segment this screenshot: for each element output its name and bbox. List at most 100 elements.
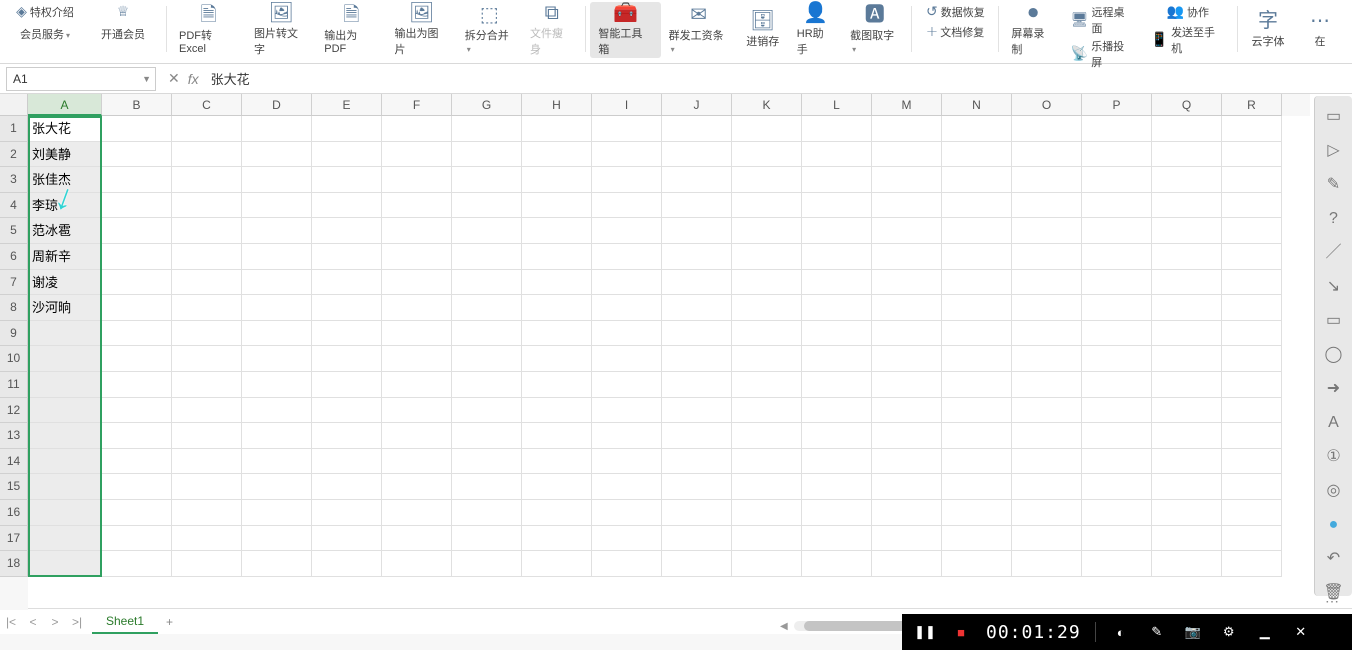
- cell[interactable]: [452, 193, 522, 219]
- cell[interactable]: [1222, 218, 1282, 244]
- arrow-shape-icon[interactable]: ➜: [1323, 378, 1345, 400]
- cell[interactable]: [452, 551, 522, 577]
- cell[interactable]: [592, 500, 662, 526]
- cell[interactable]: [102, 167, 172, 193]
- cell[interactable]: [522, 372, 592, 398]
- cell[interactable]: [732, 500, 802, 526]
- connector-icon[interactable]: ↘: [1323, 276, 1345, 298]
- cell[interactable]: [732, 218, 802, 244]
- row-header[interactable]: 15: [0, 474, 28, 500]
- cell[interactable]: [242, 423, 312, 449]
- cell[interactable]: [732, 474, 802, 500]
- cell[interactable]: [382, 372, 452, 398]
- data-recovery-group[interactable]: ↺数据恢复 🞢文档修复: [916, 2, 994, 58]
- cell[interactable]: [102, 449, 172, 475]
- cell[interactable]: [452, 526, 522, 552]
- cell[interactable]: [522, 500, 592, 526]
- cell[interactable]: [872, 167, 942, 193]
- cell[interactable]: [872, 372, 942, 398]
- cell[interactable]: [662, 167, 732, 193]
- cell[interactable]: [662, 244, 732, 270]
- column-header[interactable]: F: [382, 94, 452, 116]
- cell[interactable]: [1082, 526, 1152, 552]
- cell[interactable]: [732, 193, 802, 219]
- cell[interactable]: [802, 372, 872, 398]
- cell[interactable]: [312, 321, 382, 347]
- cell[interactable]: [662, 449, 732, 475]
- cell[interactable]: [312, 193, 382, 219]
- line-icon[interactable]: ／: [1323, 242, 1345, 264]
- cell[interactable]: [732, 423, 802, 449]
- collab-group[interactable]: 👥协作 📱发送至手机: [1143, 2, 1233, 58]
- cell[interactable]: [732, 551, 802, 577]
- cell[interactable]: [1012, 142, 1082, 168]
- cell[interactable]: [522, 398, 592, 424]
- cell[interactable]: [942, 526, 1012, 552]
- cell[interactable]: [1152, 321, 1222, 347]
- cell[interactable]: [872, 218, 942, 244]
- cell[interactable]: [1082, 423, 1152, 449]
- cell[interactable]: [452, 295, 522, 321]
- cell[interactable]: [1222, 193, 1282, 219]
- cell[interactable]: [1082, 474, 1152, 500]
- cell[interactable]: [1012, 449, 1082, 475]
- row-header[interactable]: 16: [0, 500, 28, 526]
- cell[interactable]: [1012, 346, 1082, 372]
- cell[interactable]: [102, 193, 172, 219]
- cell[interactable]: [1082, 551, 1152, 577]
- cell[interactable]: [1222, 500, 1282, 526]
- screenshot-text[interactable]: 🅰截图取字▾: [842, 2, 907, 58]
- cell[interactable]: [382, 270, 452, 296]
- inventory[interactable]: 🗄进销存: [737, 2, 789, 58]
- sheet-tab-active[interactable]: Sheet1: [92, 610, 158, 634]
- cell[interactable]: [172, 116, 242, 142]
- cell[interactable]: 刘美静: [28, 142, 102, 168]
- cell[interactable]: [942, 142, 1012, 168]
- cell[interactable]: [1082, 218, 1152, 244]
- row-header[interactable]: 18: [0, 551, 28, 577]
- cell[interactable]: [452, 270, 522, 296]
- cell[interactable]: [592, 167, 662, 193]
- cell[interactable]: 周新辛: [28, 244, 102, 270]
- cell[interactable]: [662, 423, 732, 449]
- cell[interactable]: [802, 193, 872, 219]
- cell[interactable]: [1222, 244, 1282, 270]
- cell[interactable]: [942, 321, 1012, 347]
- cell[interactable]: [172, 295, 242, 321]
- cell[interactable]: [522, 449, 592, 475]
- cell[interactable]: [592, 423, 662, 449]
- cell[interactable]: [592, 142, 662, 168]
- cell[interactable]: [802, 474, 872, 500]
- cell[interactable]: [522, 474, 592, 500]
- cell[interactable]: [242, 167, 312, 193]
- cell[interactable]: [872, 423, 942, 449]
- column-header[interactable]: R: [1222, 94, 1282, 116]
- cell[interactable]: [592, 218, 662, 244]
- cell[interactable]: [452, 500, 522, 526]
- column-header[interactable]: A: [28, 94, 102, 116]
- sheet-nav-next[interactable]: >: [44, 615, 66, 629]
- mass-salary[interactable]: ✉群发工资条▾: [661, 2, 737, 58]
- cell[interactable]: [102, 398, 172, 424]
- formula-input[interactable]: 张大花: [205, 69, 1352, 88]
- cell[interactable]: [872, 142, 942, 168]
- cell[interactable]: [172, 244, 242, 270]
- pdf-to-excel[interactable]: 🗎PDF转Excel: [171, 2, 246, 58]
- cell[interactable]: [312, 526, 382, 552]
- cell[interactable]: [1082, 270, 1152, 296]
- camera-icon[interactable]: 📷: [1182, 624, 1204, 640]
- cell[interactable]: [312, 244, 382, 270]
- cell[interactable]: [172, 551, 242, 577]
- column-headers[interactable]: ABCDEFGHIJKLMNOPQR: [28, 94, 1310, 116]
- cell[interactable]: [172, 218, 242, 244]
- cell[interactable]: [1012, 244, 1082, 270]
- cell[interactable]: [312, 142, 382, 168]
- cell[interactable]: [802, 551, 872, 577]
- cell[interactable]: [452, 167, 522, 193]
- cell[interactable]: [1152, 295, 1222, 321]
- column-header[interactable]: Q: [1152, 94, 1222, 116]
- cell[interactable]: [802, 423, 872, 449]
- cell[interactable]: [732, 167, 802, 193]
- cell[interactable]: [242, 142, 312, 168]
- cell[interactable]: [1012, 270, 1082, 296]
